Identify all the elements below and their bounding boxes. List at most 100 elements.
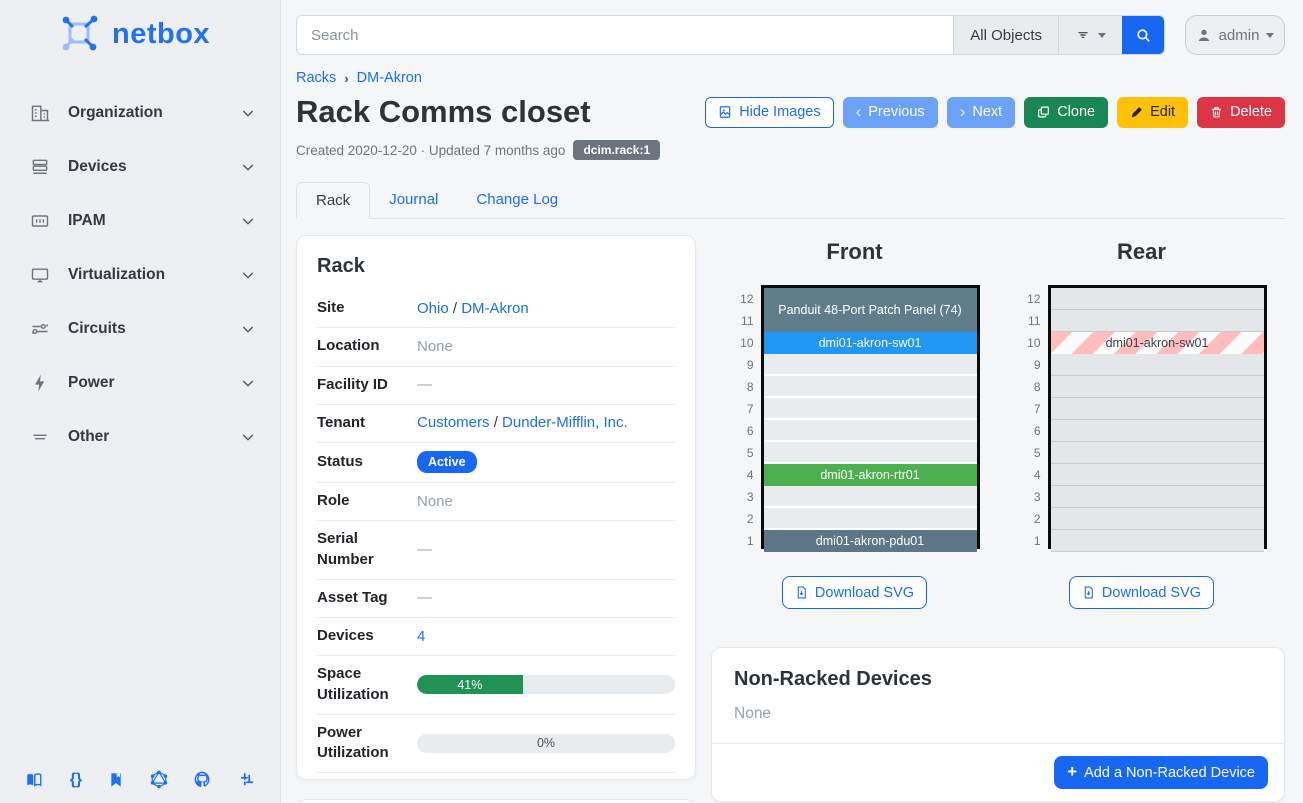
sidebar-item-label: Circuits xyxy=(68,320,240,338)
unit-number: 8 xyxy=(730,376,754,398)
download-svg-rear-button[interactable]: Download SVG xyxy=(1069,576,1214,609)
rack-slot-empty[interactable] xyxy=(764,486,977,508)
user-menu-button[interactable]: admin xyxy=(1185,15,1285,55)
rack-slot-empty[interactable] xyxy=(764,354,977,376)
site-region-link[interactable]: Ohio xyxy=(417,300,449,317)
object-id-badge: dcim.rack:1 xyxy=(573,140,660,160)
sidebar-item-other[interactable]: Other xyxy=(0,410,280,464)
sidebar-footer: {} xyxy=(16,770,264,789)
rack-device[interactable]: dmi01-akron-sw01 xyxy=(764,332,977,354)
unit-number: 9 xyxy=(730,354,754,376)
front-rack: Panduit 48-Port Patch Panel (74)dmi01-ak… xyxy=(761,285,980,549)
unit-number: 2 xyxy=(1017,508,1041,530)
file-download-icon xyxy=(1082,585,1095,600)
rack-slot-empty[interactable] xyxy=(764,398,977,420)
breadcrumb-racks-link[interactable]: Racks xyxy=(296,70,336,86)
next-button[interactable]: › Next xyxy=(947,97,1016,128)
rack-device[interactable]: dmi01-akron-pdu01 xyxy=(764,530,977,552)
tab-rack[interactable]: Rack xyxy=(296,182,370,219)
rack-slot-empty[interactable] xyxy=(1051,464,1264,486)
rack-slot-empty[interactable] xyxy=(764,376,977,398)
unit-number: 5 xyxy=(730,442,754,464)
unit-number: 8 xyxy=(1017,376,1041,398)
search-scope-button[interactable]: All Objects xyxy=(953,16,1058,54)
chevron-down-icon xyxy=(240,321,256,337)
rack-device[interactable]: dmi01-akron-sw01 xyxy=(1051,332,1264,354)
rack-slot-empty[interactable] xyxy=(764,508,977,530)
rack-slot-empty[interactable] xyxy=(1051,508,1264,530)
sidebar-item-circuits[interactable]: Circuits xyxy=(0,302,280,356)
rack-slot-empty[interactable] xyxy=(1051,310,1264,332)
unit-number: 11 xyxy=(730,310,754,332)
rack-slot-empty[interactable] xyxy=(1051,288,1264,310)
rack-slot-empty[interactable] xyxy=(1051,376,1264,398)
docs-book-icon[interactable] xyxy=(24,771,44,789)
circuits-icon xyxy=(30,319,52,339)
topbar: All Objects admin xyxy=(296,15,1285,55)
sidebar-item-virtualization[interactable]: Virtualization xyxy=(0,248,280,302)
file-download-icon xyxy=(795,585,808,600)
rack-slot-empty[interactable] xyxy=(764,420,977,442)
graphql-icon[interactable] xyxy=(150,770,168,789)
organization-icon xyxy=(30,103,52,123)
edit-button[interactable]: Edit xyxy=(1117,97,1188,128)
tenant-link[interactable]: Dunder-Mifflin, Inc. xyxy=(502,414,628,431)
unit-number: 11 xyxy=(1017,310,1041,332)
table-row-location: Location None xyxy=(317,328,675,366)
rest-api-braces-icon[interactable]: {} xyxy=(70,771,82,789)
sidebar-item-label: IPAM xyxy=(68,212,240,230)
sidebar-item-power[interactable]: Power xyxy=(0,356,280,410)
tenant-group-link[interactable]: Customers xyxy=(417,414,490,431)
tab-change-log[interactable]: Change Log xyxy=(457,182,577,218)
rack-device[interactable]: Panduit 48-Port Patch Panel (74) xyxy=(764,288,977,332)
github-icon[interactable] xyxy=(193,770,212,789)
tab-journal[interactable]: Journal xyxy=(370,182,457,218)
breadcrumb-site-link[interactable]: DM-Akron xyxy=(357,70,422,86)
rack-slot-empty[interactable] xyxy=(764,442,977,464)
power-icon xyxy=(30,373,52,393)
front-title: Front xyxy=(826,239,882,265)
api-docs-bookmark-icon[interactable] xyxy=(108,771,124,789)
trash-icon xyxy=(1210,105,1223,119)
sidebar-item-organization[interactable]: Organization xyxy=(0,86,280,140)
rack-slot-empty[interactable] xyxy=(1051,354,1264,376)
rack-slot-empty[interactable] xyxy=(1051,442,1264,464)
search-input[interactable] xyxy=(297,16,953,54)
hide-images-button[interactable]: Hide Images xyxy=(705,97,833,128)
rack-slot-empty[interactable] xyxy=(1051,398,1264,420)
clone-button[interactable]: Clone xyxy=(1024,97,1108,128)
delete-button[interactable]: Delete xyxy=(1197,97,1285,128)
community-slack-icon[interactable] xyxy=(238,771,256,789)
user-label: admin xyxy=(1219,27,1260,44)
devices-icon xyxy=(30,157,52,177)
sidebar-item-devices[interactable]: Devices xyxy=(0,140,280,194)
chevron-down-icon xyxy=(240,429,256,445)
non-racked-title: Non-Racked Devices xyxy=(734,668,1262,691)
virtualization-icon xyxy=(30,265,52,285)
role-value: None xyxy=(413,493,675,510)
previous-button[interactable]: ‹ Previous xyxy=(843,97,938,128)
sidebar-item-label: Other xyxy=(68,428,240,446)
search-filter-button[interactable] xyxy=(1058,16,1122,54)
netbox-wordmark: netbox xyxy=(112,18,210,51)
search-submit-button[interactable] xyxy=(1122,16,1164,54)
add-non-racked-device-button[interactable]: + Add a Non-Racked Device xyxy=(1054,756,1268,789)
rack-slot-empty[interactable] xyxy=(1051,486,1264,508)
netbox-logo[interactable]: netbox xyxy=(0,0,280,64)
pencil-icon xyxy=(1130,106,1143,119)
site-link[interactable]: DM-Akron xyxy=(461,300,529,317)
rack-slot-empty[interactable] xyxy=(1051,530,1264,552)
rear-rack: dmi01-akron-sw01 xyxy=(1048,285,1267,549)
object-meta: Created 2020-12-20 · Updated 7 months ag… xyxy=(296,140,1285,160)
table-row-tenant: Tenant Customers / Dunder-Mifflin, Inc. xyxy=(317,405,675,443)
global-search: All Objects xyxy=(296,15,1165,55)
download-svg-front-button[interactable]: Download SVG xyxy=(782,576,927,609)
rack-device[interactable]: dmi01-akron-rtr01 xyxy=(764,464,977,486)
table-row-facility-id: Facility ID — xyxy=(317,367,675,405)
unit-number: 2 xyxy=(730,508,754,530)
devices-count-link[interactable]: 4 xyxy=(417,628,425,645)
unit-number: 3 xyxy=(730,486,754,508)
action-buttons: Hide Images ‹ Previous › Next Clone Edit… xyxy=(705,97,1285,128)
sidebar-item-ipam[interactable]: IPAM xyxy=(0,194,280,248)
rack-slot-empty[interactable] xyxy=(1051,420,1264,442)
